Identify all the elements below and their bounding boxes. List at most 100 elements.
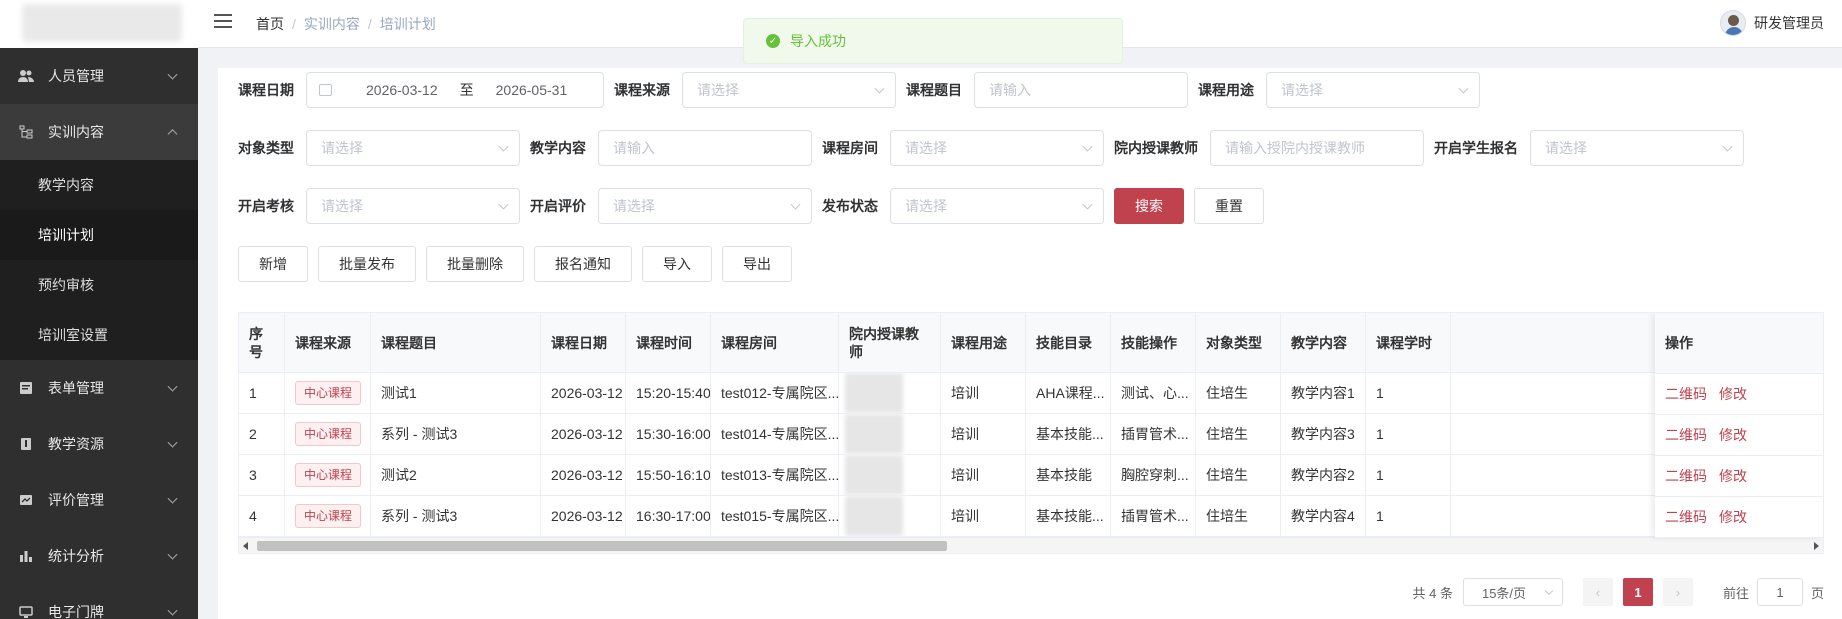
teacher-input[interactable]: 请输入授院内授课教师	[1210, 130, 1424, 166]
cell-content: 教学内容3	[1281, 414, 1366, 454]
qrcode-link[interactable]: 二维码	[1665, 425, 1707, 445]
page-size-value: 15条/页	[1481, 585, 1527, 601]
table-row[interactable]: 3 中心课程 测试2 2026-03-12 15:50-16:10 test01…	[239, 455, 1823, 496]
cell-content: 教学内容4	[1281, 496, 1366, 536]
page-size-select[interactable]: 15条/页	[1462, 578, 1563, 606]
edit-link[interactable]: 修改	[1719, 425, 1747, 445]
cell-hours: 1	[1366, 455, 1451, 495]
batch-delete-button[interactable]: 批量删除	[426, 246, 524, 282]
cell-source: 中心课程	[285, 414, 371, 454]
user-menu[interactable]: 研发管理员	[1720, 10, 1824, 36]
reset-button[interactable]: 重置	[1194, 188, 1264, 224]
scroll-thumb[interactable]	[257, 541, 947, 551]
target-type-label: 对象类型	[238, 140, 294, 156]
search-button[interactable]: 搜索	[1114, 188, 1184, 224]
placeholder: 请输入授院内授课教师	[1225, 140, 1365, 156]
menu-door-sign[interactable]: 电子门牌	[0, 584, 198, 619]
menu-statistics[interactable]: 统计分析	[0, 528, 198, 584]
course-room-select[interactable]: 请选择	[890, 130, 1104, 166]
course-source-label: 课程来源	[614, 82, 670, 98]
publish-status-label: 发布状态	[822, 198, 878, 214]
cell-target: 住培生	[1196, 414, 1281, 454]
breadcrumb-home[interactable]: 首页	[256, 16, 284, 32]
date-end[interactable]: 2026-05-31	[496, 82, 568, 98]
edit-link[interactable]: 修改	[1719, 384, 1747, 404]
rating-icon	[18, 492, 34, 508]
source-tag: 中心课程	[295, 504, 362, 528]
table-row[interactable]: 2 中心课程 系列 - 测试3 2026-03-12 15:30-16:00 t…	[239, 414, 1823, 455]
placeholder: 请输入	[989, 82, 1031, 98]
publish-status-select[interactable]: 请选择	[890, 188, 1104, 224]
course-usage-label: 课程用途	[1198, 82, 1254, 98]
menu-resources[interactable]: 教学资源	[0, 416, 198, 472]
chevron-down-icon	[167, 605, 178, 616]
submenu-teaching-content[interactable]: 教学内容	[0, 160, 198, 210]
content-card: 课程日期 2026-03-12 至 2026-05-31 课程来源 请选择 课程…	[218, 68, 1842, 619]
col-skill-dir: 技能目录	[1026, 313, 1111, 372]
cell-skill-dir: 基本技能...	[1026, 414, 1111, 454]
import-button[interactable]: 导入	[642, 246, 712, 282]
qrcode-link[interactable]: 二维码	[1665, 507, 1707, 527]
course-date-range[interactable]: 2026-03-12 至 2026-05-31	[306, 72, 604, 108]
monitor-icon	[18, 604, 34, 619]
menu-evaluation[interactable]: 评价管理	[0, 472, 198, 528]
horizontal-scrollbar[interactable]	[239, 537, 1823, 553]
menu-training-content[interactable]: 实训内容	[0, 104, 198, 160]
col-date: 课程日期	[541, 313, 626, 372]
course-date-label: 课程日期	[238, 82, 294, 98]
col-usage: 课程用途	[941, 313, 1026, 372]
page-1-button[interactable]: 1	[1622, 578, 1653, 606]
placeholder: 请选择	[697, 82, 739, 98]
prev-page-button[interactable]: ‹	[1582, 578, 1613, 606]
chevron-down-icon	[1082, 141, 1093, 152]
assessment-select[interactable]: 请选择	[306, 188, 520, 224]
col-teacher: 院内授课教师	[839, 313, 941, 372]
course-source-select[interactable]: 请选择	[682, 72, 896, 108]
date-start[interactable]: 2026-03-12	[366, 82, 438, 98]
submenu-booking-review[interactable]: 预约审核	[0, 260, 198, 310]
submenu-room-settings[interactable]: 培训室设置	[0, 310, 198, 360]
evaluation-select[interactable]: 请选择	[598, 188, 812, 224]
goto-page-input[interactable]: 1	[1756, 578, 1803, 606]
menu-label: 人员管理	[48, 68, 104, 84]
scroll-left-icon[interactable]	[243, 542, 248, 550]
col-operation: 操作	[1655, 313, 1823, 374]
student-signup-select[interactable]: 请选择	[1530, 130, 1744, 166]
submenu-training-plan[interactable]: 培训计划	[0, 210, 198, 260]
edit-link[interactable]: 修改	[1719, 466, 1747, 486]
student-signup-label: 开启学生报名	[1434, 140, 1518, 156]
course-title-input[interactable]: 请输入	[974, 72, 1188, 108]
batch-publish-button[interactable]: 批量发布	[318, 246, 416, 282]
add-button[interactable]: 新增	[238, 246, 308, 282]
chevron-down-icon	[1082, 199, 1093, 210]
course-usage-select[interactable]: 请选择	[1266, 72, 1480, 108]
edit-link[interactable]: 修改	[1719, 507, 1747, 527]
submenu: 教学内容 培训计划 预约审核 培训室设置	[0, 160, 198, 360]
qrcode-link[interactable]: 二维码	[1665, 466, 1707, 486]
table-row[interactable]: 1 中心课程 测试1 2026-03-12 15:20-15:40 test01…	[239, 373, 1823, 414]
cell-skill-op: 插胃管术...	[1111, 496, 1196, 536]
pagination: 共 4 条 15条/页 ‹ 1 › 前往 1 页	[1412, 578, 1824, 606]
teaching-content-input[interactable]: 请输入	[598, 130, 812, 166]
cell-date: 2026-03-12	[541, 373, 626, 413]
signup-notice-button[interactable]: 报名通知	[534, 246, 632, 282]
next-page-button[interactable]: ›	[1662, 578, 1693, 606]
chevron-down-icon	[167, 381, 178, 392]
cell-target: 住培生	[1196, 455, 1281, 495]
menu-personnel[interactable]: 人员管理	[0, 48, 198, 104]
table-row[interactable]: 4 中心课程 系列 - 测试3 2026-03-12 16:30-17:00 t…	[239, 496, 1823, 537]
users-icon	[18, 68, 34, 84]
export-button[interactable]: 导出	[722, 246, 792, 282]
breadcrumb-training-content[interactable]: 实训内容	[304, 16, 360, 32]
scroll-right-icon[interactable]	[1814, 542, 1819, 550]
avatar	[1720, 10, 1746, 36]
action-bar: 新增 批量发布 批量删除 报名通知 导入 导出	[238, 244, 802, 284]
menu-forms[interactable]: 表单管理	[0, 360, 198, 416]
total-count: 共 4 条	[1412, 585, 1453, 601]
target-type-select[interactable]: 请选择	[306, 130, 520, 166]
placeholder: 请输入	[613, 140, 655, 156]
qrcode-link[interactable]: 二维码	[1665, 384, 1707, 404]
chevron-down-icon	[874, 83, 885, 94]
assessment-label: 开启考核	[238, 198, 294, 214]
menu-toggle-icon[interactable]	[214, 14, 232, 30]
